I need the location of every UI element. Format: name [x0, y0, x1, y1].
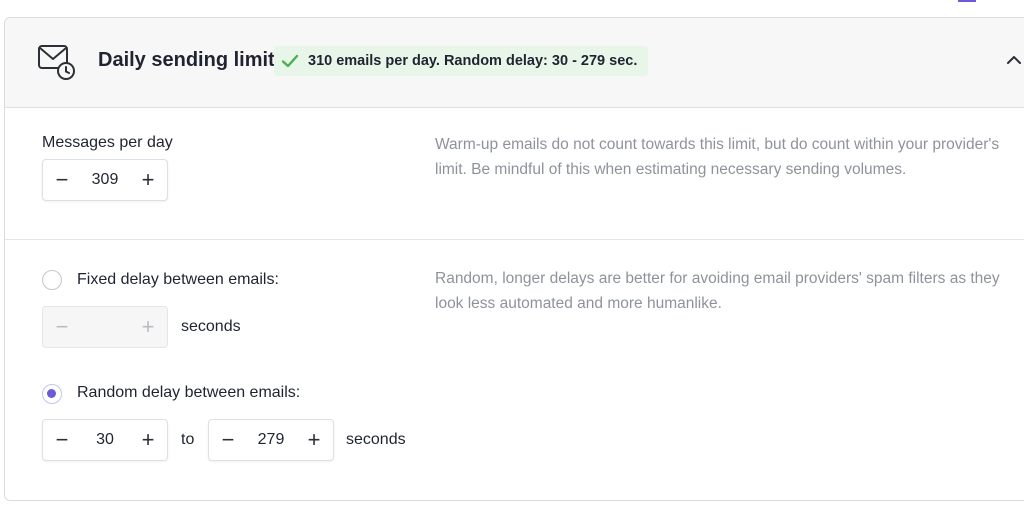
status-text: 310 emails per day. Random delay: 30 - 2… [308, 53, 638, 69]
messages-per-day-section: Messages per day − 309 + Warm-up emails … [5, 108, 1024, 240]
fixed-delay-stepper: − + [42, 306, 168, 348]
messages-hint: Warm-up emails do not count towards this… [435, 136, 1000, 178]
random-delay-unit: seconds [346, 431, 406, 448]
increment-button[interactable]: + [129, 160, 167, 200]
messages-per-day-stepper: − 309 + [42, 159, 168, 201]
random-delay-label[interactable]: Random delay between emails: [77, 384, 300, 402]
increment-button[interactable]: + [295, 420, 333, 460]
fixed-delay-radio[interactable] [42, 270, 62, 290]
card-header[interactable]: Daily sending limit 310 emails per day. … [5, 18, 1024, 108]
random-delay-max-stepper: − 279 + [208, 419, 334, 461]
to-label: to [181, 431, 195, 448]
top-edge-marker [958, 0, 976, 2]
status-badge: 310 emails per day. Random delay: 30 - 2… [274, 46, 649, 76]
check-icon [281, 54, 299, 68]
fixed-delay-unit: seconds [181, 318, 241, 335]
fixed-delay-label[interactable]: Fixed delay between emails: [77, 271, 279, 289]
section-title: Daily sending limit [98, 49, 275, 71]
daily-sending-limit-card: Daily sending limit 310 emails per day. … [4, 17, 1024, 501]
increment-button[interactable]: + [129, 420, 167, 460]
envelope-clock-icon [38, 45, 75, 80]
decrement-button[interactable]: − [43, 307, 81, 347]
delay-hint: Random, longer delays are better for avo… [435, 270, 1000, 312]
messages-per-day-label: Messages per day [42, 134, 173, 151]
random-delay-min-stepper: − 30 + [42, 419, 168, 461]
chevron-up-icon[interactable] [1005, 54, 1023, 66]
random-delay-radio[interactable] [42, 384, 62, 404]
increment-button[interactable]: + [129, 307, 167, 347]
